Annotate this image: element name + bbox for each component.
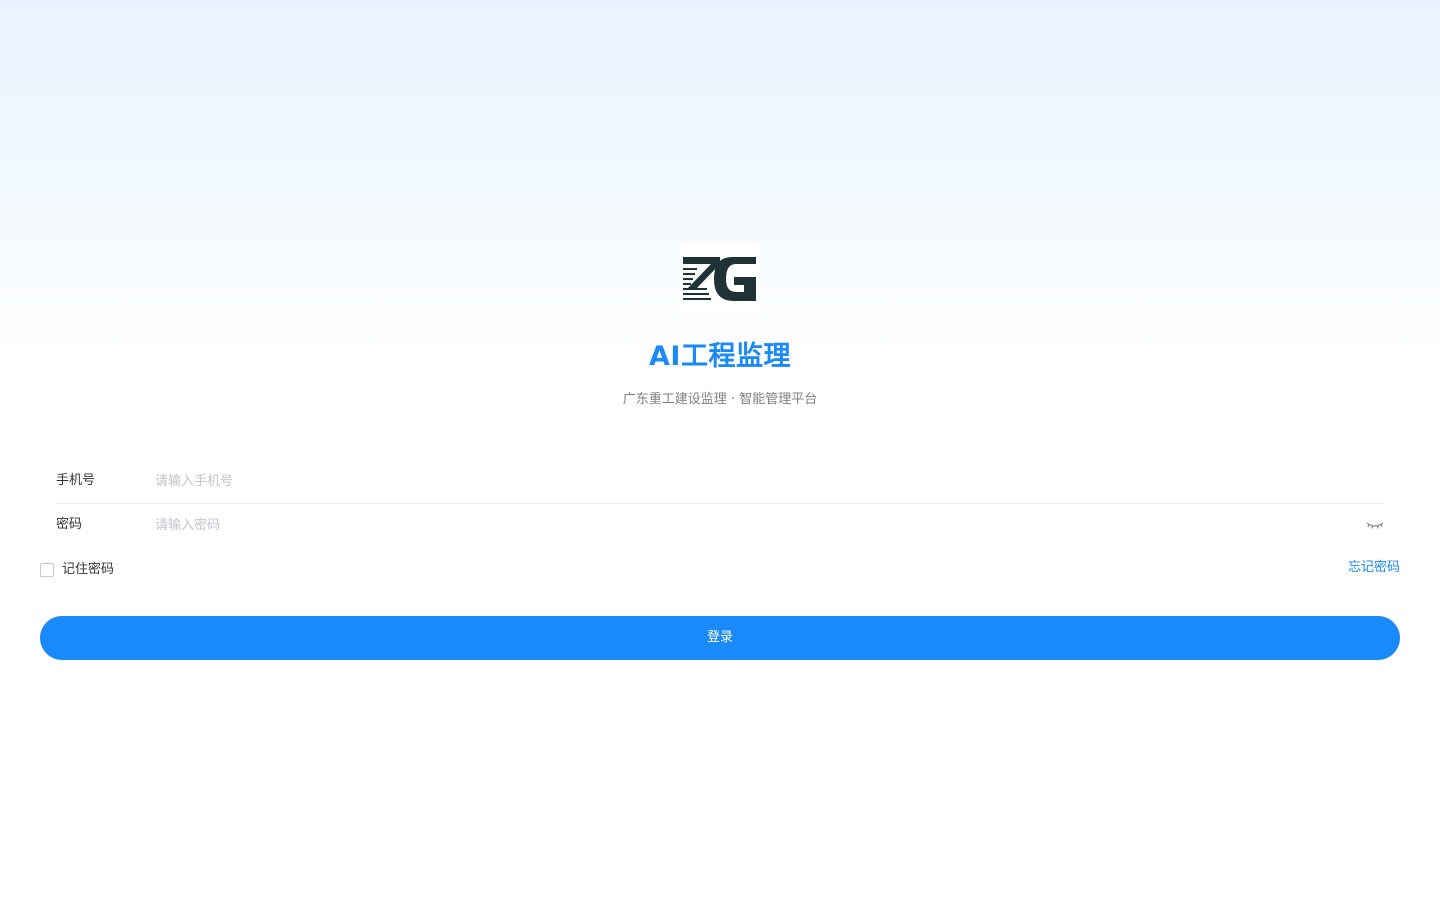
app-title: AI工程监理 [649,341,791,372]
login-page: AI工程监理 广东重工建设监理 · 智能管理平台 手机号 密码 记住密码 忘记密… [0,0,1440,900]
eye-closed-icon[interactable] [1365,517,1385,533]
company-logo [680,244,760,310]
phone-field-row: 手机号 [56,459,1384,504]
remember-password[interactable]: 记住密码 [40,559,114,581]
password-label: 密码 [56,517,83,532]
remember-checkbox[interactable] [40,563,54,577]
phone-input[interactable] [155,469,1335,493]
forgot-password-link[interactable]: 忘记密码 [1348,557,1400,579]
remember-label: 记住密码 [62,562,115,577]
login-button[interactable]: 登录 [40,616,1400,660]
app-subtitle: 广东重工建设监理 · 智能管理平台 [622,392,818,407]
password-field-row: 密码 [56,503,1384,547]
phone-label: 手机号 [56,473,96,488]
password-input[interactable] [155,513,1335,537]
